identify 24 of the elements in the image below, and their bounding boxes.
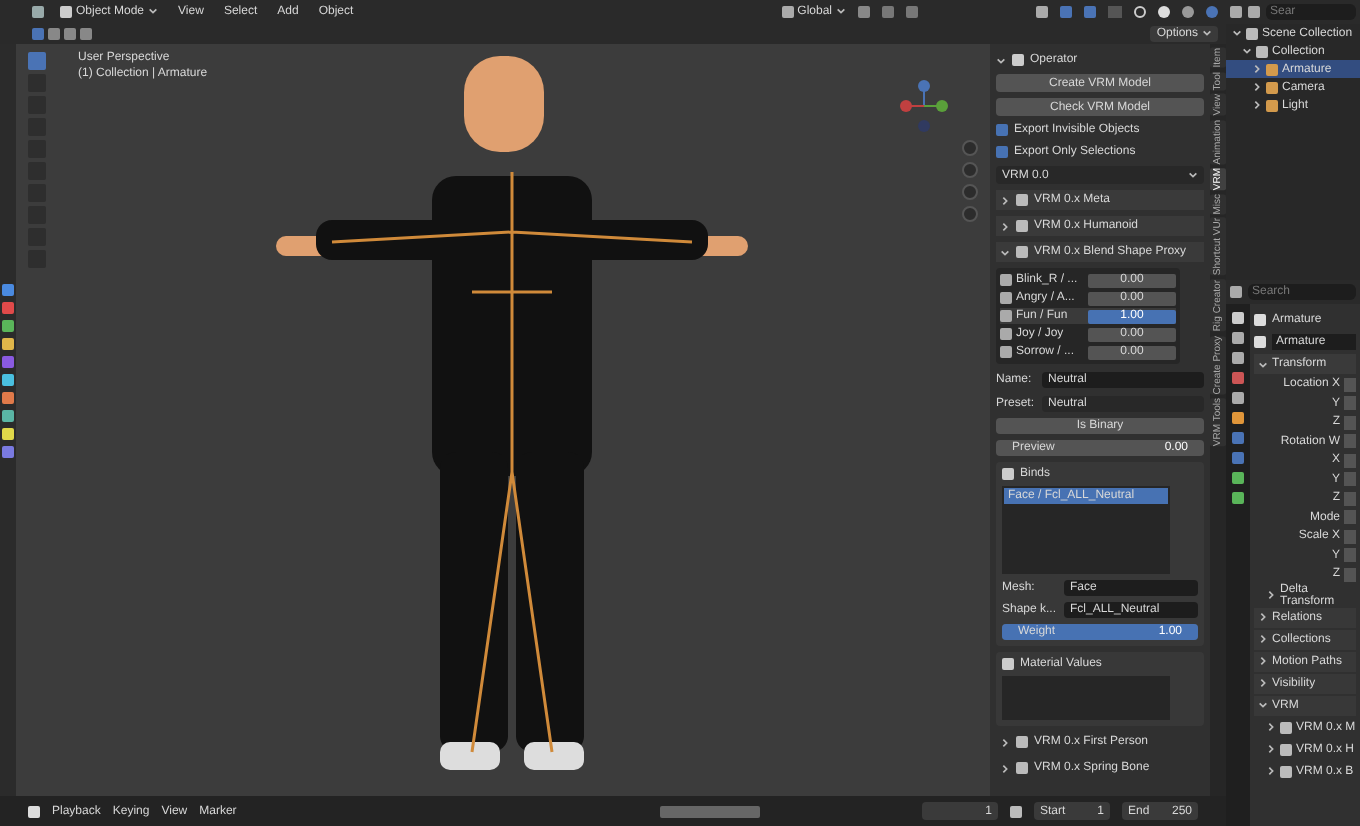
chevron-down-icon — [1202, 28, 1212, 38]
chevron-right-icon — [1258, 634, 1268, 644]
chevron-right-icon — [1266, 722, 1276, 732]
chevron-down-icon — [996, 55, 1006, 65]
shading-solid-icon[interactable] — [1158, 5, 1170, 17]
chevron-right-icon — [1258, 612, 1268, 622]
chevron-down-icon — [1188, 170, 1198, 180]
chevron-right-icon — [1258, 678, 1268, 688]
chevron-down-icon — [1258, 359, 1268, 369]
shading-material-icon[interactable] — [1182, 5, 1194, 17]
chevron-down-icon — [836, 6, 846, 16]
shading-render-icon[interactable] — [1206, 5, 1218, 17]
shading-wire-icon[interactable] — [1134, 5, 1146, 17]
chevron-right-icon — [1266, 744, 1276, 754]
chevron-down-icon — [148, 6, 159, 16]
chevron-right-icon — [1266, 766, 1276, 776]
checkbox[interactable] — [996, 146, 1008, 158]
playback-controls-icon[interactable] — [660, 805, 761, 817]
chevron-down-icon — [1232, 28, 1242, 38]
chevron-down-icon — [1258, 700, 1268, 710]
checkbox[interactable] — [996, 124, 1008, 136]
axis-gizmo-icon[interactable] — [894, 76, 954, 136]
chevron-right-icon — [1258, 656, 1268, 666]
chevron-right-icon — [1266, 590, 1276, 600]
